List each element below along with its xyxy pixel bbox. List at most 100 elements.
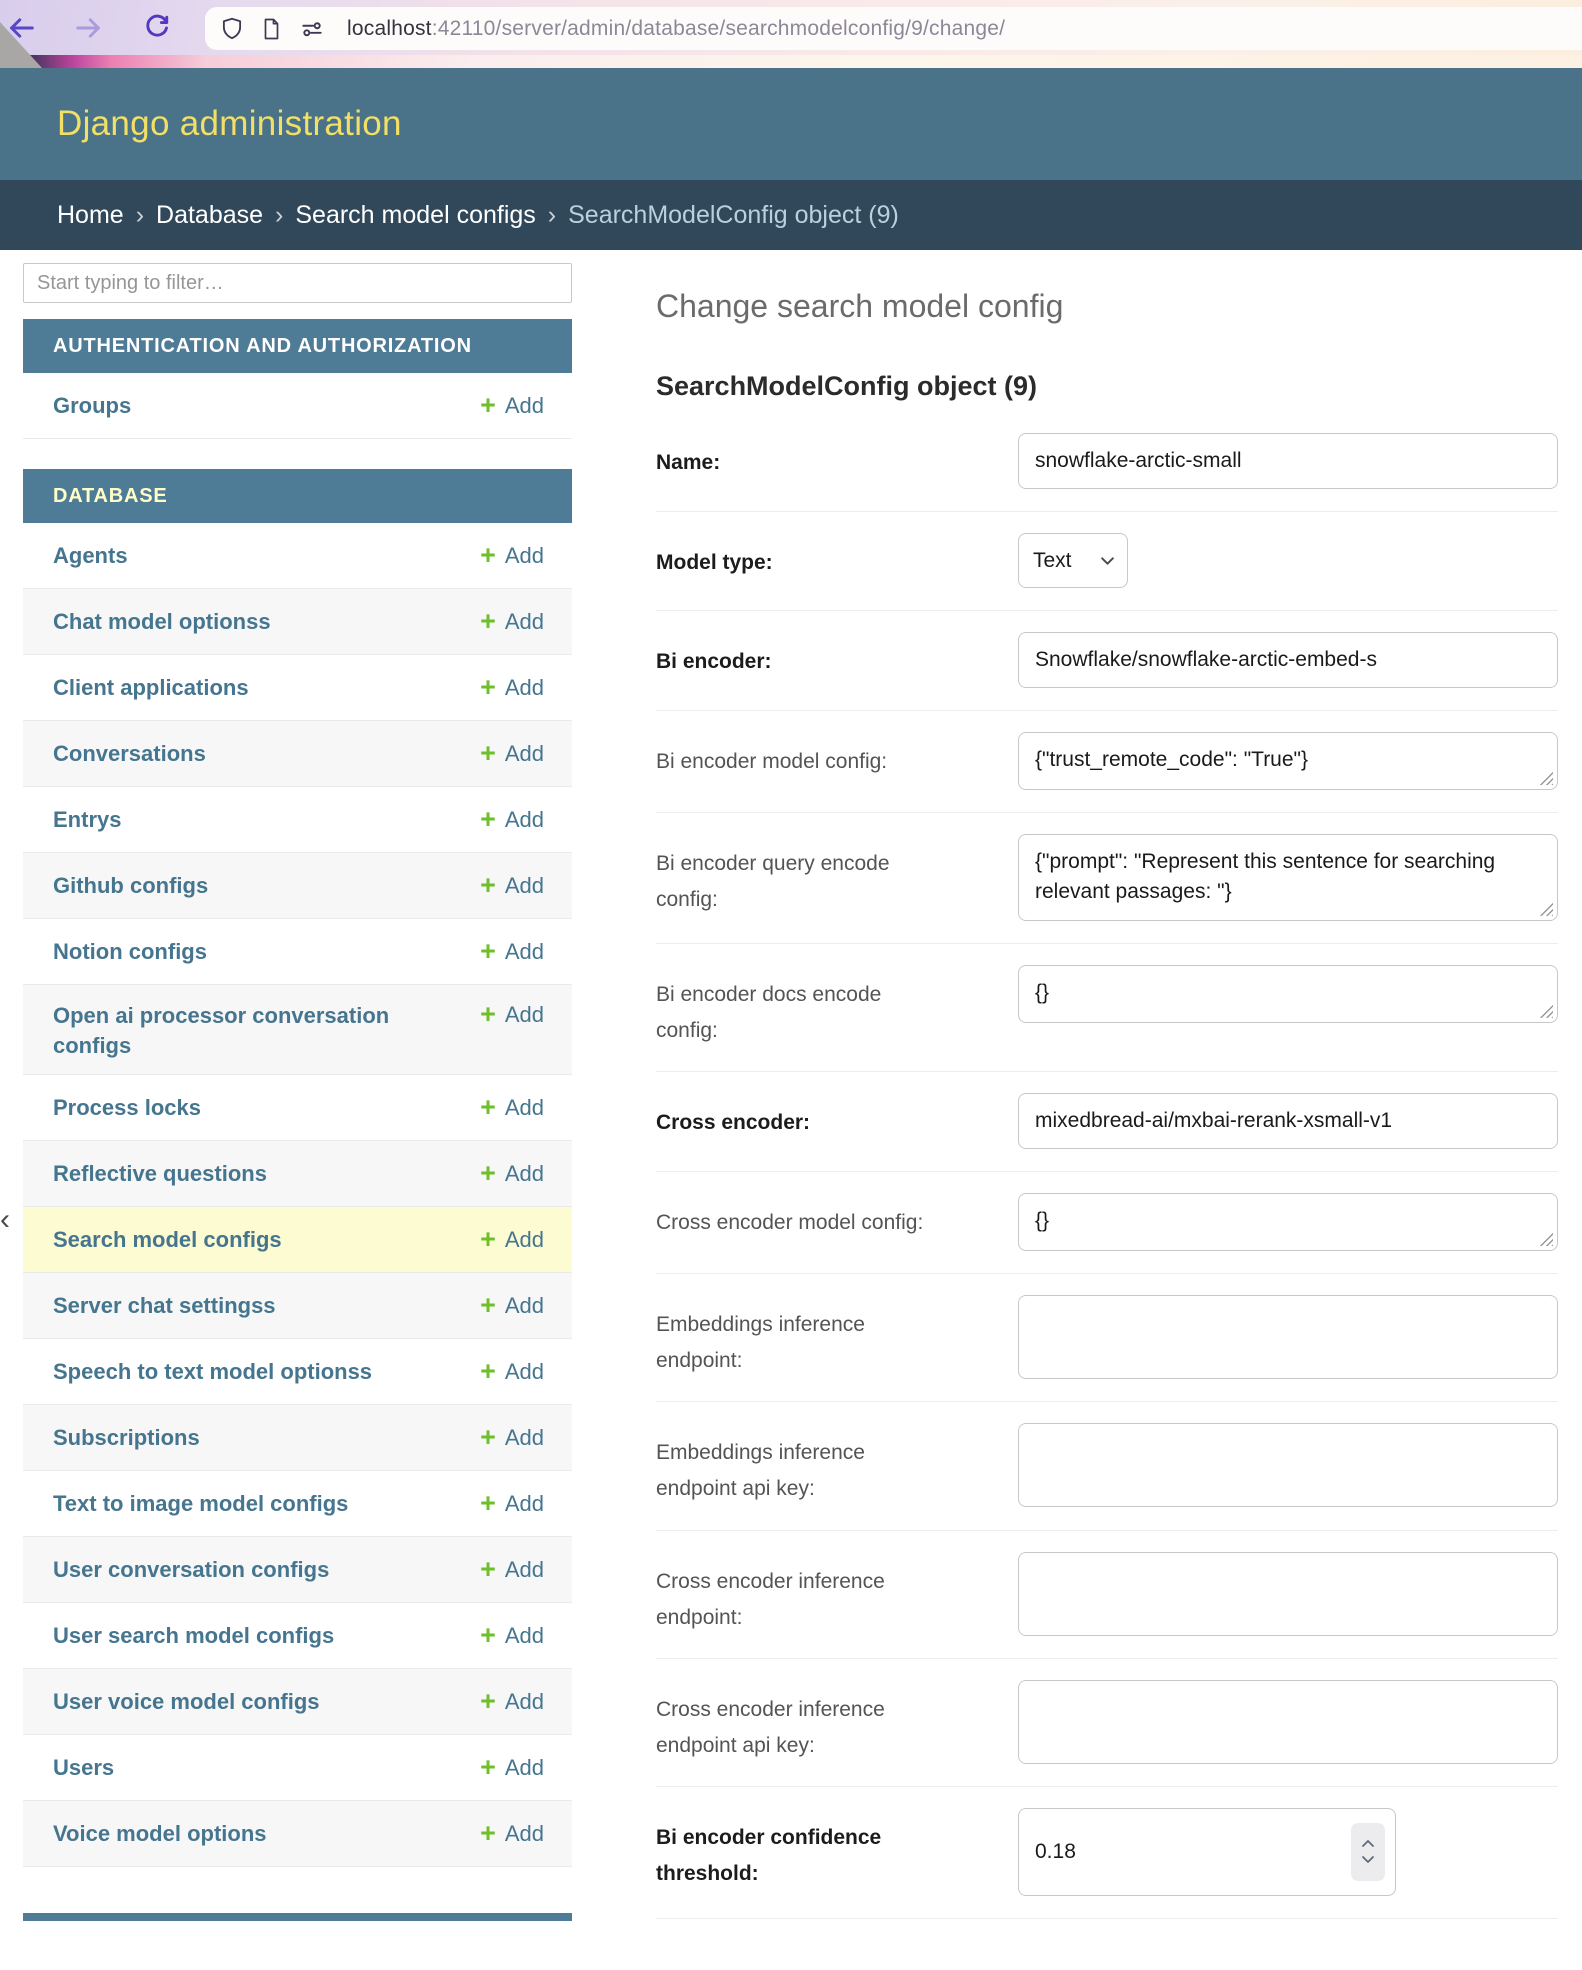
- field-cross-encoder[interactable]: [1018, 1093, 1558, 1149]
- resize-grip[interactable]: [1539, 1004, 1553, 1018]
- module-caption-link[interactable]: DATABASE: [23, 469, 572, 523]
- add-link[interactable]: +Add: [480, 1226, 544, 1253]
- sidebar-collapse-toggle[interactable]: ‹: [0, 1205, 10, 1235]
- field-model-type-select[interactable]: Text: [1018, 533, 1128, 588]
- resize-grip[interactable]: [1539, 902, 1553, 916]
- add-link[interactable]: +Add: [480, 1556, 544, 1583]
- plus-icon: +: [480, 1001, 496, 1028]
- forward-arrow-icon: [74, 13, 104, 43]
- sidebar-item-open-ai-processor-conversation-configs: Open ai processor conversation configs +A…: [23, 985, 572, 1075]
- page-info-icon[interactable]: [259, 16, 285, 42]
- model-link[interactable]: Conversations: [53, 739, 206, 769]
- add-link[interactable]: +Add: [480, 1622, 544, 1649]
- model-link[interactable]: User conversation configs: [53, 1555, 329, 1585]
- field-bi-encoder-model-config[interactable]: {"trust_remote_code": "True"}: [1018, 732, 1558, 790]
- field-embeddings-inference-endpoint-api-key[interactable]: [1018, 1423, 1558, 1507]
- number-value: 0.18: [1035, 1840, 1351, 1864]
- plus-icon: +: [480, 740, 496, 767]
- resize-grip[interactable]: [1539, 771, 1553, 785]
- site-title-link[interactable]: Django administration: [57, 104, 402, 144]
- field-cross-encoder-model-config[interactable]: {}: [1018, 1193, 1558, 1251]
- field-bi-encoder-docs-encode-config[interactable]: {}: [1018, 965, 1558, 1023]
- browser-forward-button[interactable]: [74, 13, 104, 43]
- add-label: Add: [505, 939, 544, 965]
- add-link[interactable]: +Add: [480, 392, 544, 419]
- field-name[interactable]: [1018, 433, 1558, 489]
- field-widget-bi-encoder-confidence-threshold: 0.18: [1018, 1808, 1558, 1896]
- model-link[interactable]: Voice model options: [53, 1819, 267, 1849]
- model-link[interactable]: Text to image model configs: [53, 1489, 348, 1519]
- model-link[interactable]: Agents: [53, 541, 128, 571]
- field-embeddings-inference-endpoint[interactable]: [1018, 1295, 1558, 1379]
- field-cross-encoder-inference-endpoint[interactable]: [1018, 1552, 1558, 1636]
- model-link[interactable]: Server chat settingss: [53, 1291, 276, 1321]
- chevron-up-icon: [1361, 1839, 1375, 1848]
- model-link[interactable]: Search model configs: [53, 1225, 282, 1255]
- field-widget-bi-encoder-query-encode-config: {"prompt": "Represent this sentence for …: [1018, 834, 1558, 921]
- add-link[interactable]: +Add: [480, 806, 544, 833]
- add-link[interactable]: +Add: [480, 1820, 544, 1847]
- field-bi-encoder-confidence-threshold[interactable]: 0.18: [1018, 1808, 1396, 1896]
- sidebar-item-users: Users +Add: [23, 1735, 572, 1801]
- sidebar-filter-input[interactable]: [23, 263, 572, 303]
- field-bi-encoder[interactable]: [1018, 632, 1558, 688]
- plus-icon: +: [480, 1292, 496, 1319]
- model-link[interactable]: Client applications: [53, 673, 249, 703]
- breadcrumb-separator: ›: [275, 201, 283, 230]
- model-link[interactable]: Groups: [53, 391, 131, 421]
- add-label: Add: [505, 1425, 544, 1451]
- field-cross-encoder-inference-endpoint-api-key[interactable]: [1018, 1680, 1558, 1764]
- field-widget-cross-encoder: [1018, 1093, 1558, 1149]
- add-link[interactable]: +Add: [480, 1490, 544, 1517]
- add-link[interactable]: +Add: [480, 1754, 544, 1781]
- model-link[interactable]: Github configs: [53, 871, 208, 901]
- model-link[interactable]: Users: [53, 1753, 114, 1783]
- model-link[interactable]: Open ai processor conversation configs: [53, 1001, 418, 1060]
- model-link[interactable]: User voice model configs: [53, 1687, 320, 1717]
- resize-grip[interactable]: [1539, 1232, 1553, 1246]
- add-label: Add: [505, 1491, 544, 1517]
- field-label-bi-encoder-model-config: Bi encoder model config:: [656, 732, 926, 790]
- add-link[interactable]: +Add: [480, 740, 544, 767]
- url-text[interactable]: localhost:42110/server/admin/database/se…: [347, 17, 1005, 41]
- browser-refresh-button[interactable]: [142, 13, 172, 43]
- add-link[interactable]: +Add: [480, 674, 544, 701]
- number-stepper[interactable]: [1351, 1823, 1385, 1881]
- module-caption-link[interactable]: AUTHENTICATION AND AUTHORIZATION: [23, 319, 572, 373]
- add-link[interactable]: +Add: [480, 542, 544, 569]
- breadcrumb-link[interactable]: Search model configs: [295, 201, 535, 230]
- add-link[interactable]: +Add: [480, 1688, 544, 1715]
- add-link[interactable]: +Add: [480, 1424, 544, 1451]
- page-title: Change search model config: [656, 288, 1558, 325]
- model-link[interactable]: Chat model optionss: [53, 607, 271, 637]
- add-label: Add: [505, 1095, 544, 1121]
- model-link[interactable]: Entrys: [53, 805, 121, 835]
- model-link[interactable]: Process locks: [53, 1093, 201, 1123]
- field-label-bi-encoder-query-encode-config: Bi encoder query encode config:: [656, 834, 926, 921]
- model-link[interactable]: User search model configs: [53, 1621, 334, 1651]
- add-link[interactable]: +Add: [480, 1160, 544, 1187]
- model-link[interactable]: Subscriptions: [53, 1423, 200, 1453]
- model-link[interactable]: Reflective questions: [53, 1159, 267, 1189]
- shield-icon[interactable]: [219, 16, 245, 42]
- field-label-cross-encoder-inference-endpoint: Cross encoder inference endpoint:: [656, 1552, 926, 1636]
- model-link[interactable]: Speech to text model optionss: [53, 1357, 372, 1387]
- field-bi-encoder-query-encode-config[interactable]: {"prompt": "Represent this sentence for …: [1018, 834, 1558, 921]
- breadcrumb-link[interactable]: Home: [57, 201, 124, 230]
- field-label-cross-encoder-model-config: Cross encoder model config:: [656, 1193, 926, 1251]
- address-bar[interactable]: localhost:42110/server/admin/database/se…: [205, 7, 1582, 50]
- main-content: Change search model config SearchModelCo…: [656, 250, 1558, 1919]
- permissions-toggles-icon[interactable]: [299, 16, 325, 42]
- add-link[interactable]: +Add: [480, 1292, 544, 1319]
- field-widget-embeddings-inference-endpoint-api-key: [1018, 1423, 1558, 1507]
- add-link[interactable]: +Add: [480, 608, 544, 635]
- add-link[interactable]: +Add: [480, 938, 544, 965]
- add-link[interactable]: +Add: [480, 1358, 544, 1385]
- sidebar-item-speech-to-text-model-optionss: Speech to text model optionss +Add: [23, 1339, 572, 1405]
- model-link[interactable]: Notion configs: [53, 937, 207, 967]
- breadcrumb-link[interactable]: Database: [156, 201, 263, 230]
- add-link[interactable]: +Add: [480, 1001, 544, 1028]
- add-link[interactable]: +Add: [480, 1094, 544, 1121]
- add-link[interactable]: +Add: [480, 872, 544, 899]
- sidebar-item-reflective-questions: Reflective questions +Add: [23, 1141, 572, 1207]
